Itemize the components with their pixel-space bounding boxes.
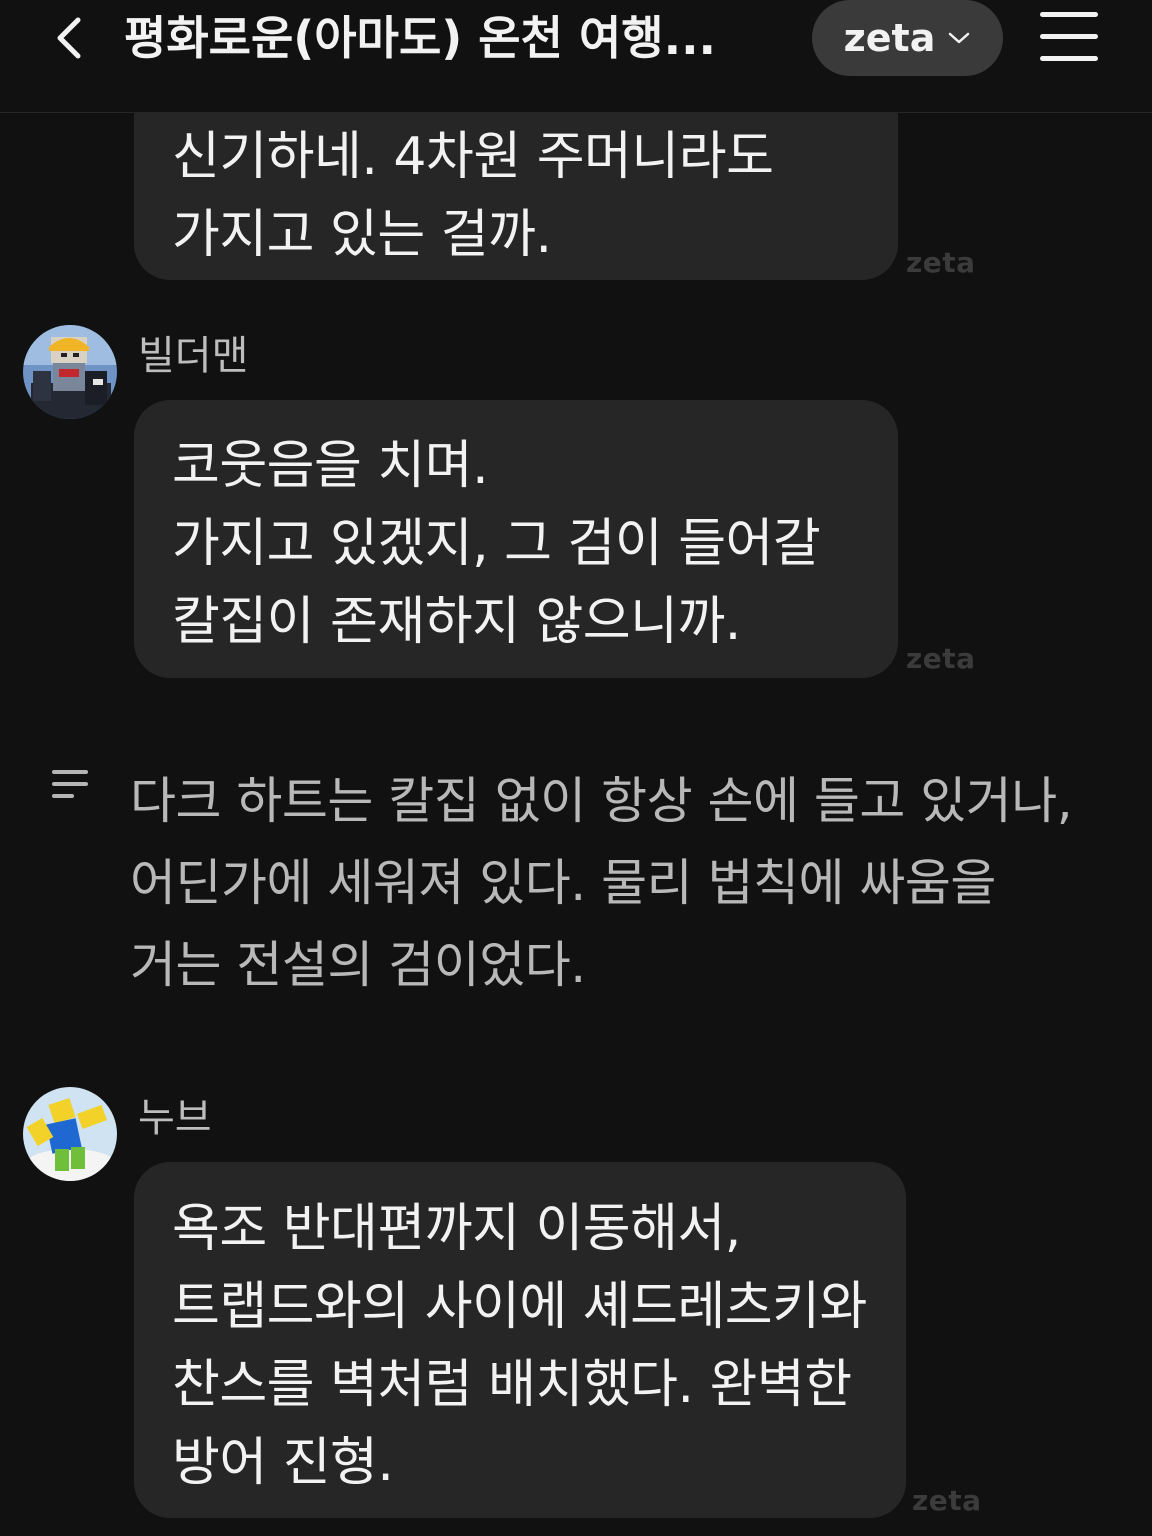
- back-button[interactable]: [40, 8, 100, 68]
- chevron-left-icon: [57, 17, 81, 59]
- zeta-watermark: zeta: [912, 1484, 982, 1517]
- sender-name: 누브: [138, 1095, 212, 1141]
- avatar-noob[interactable]: [23, 1087, 117, 1181]
- chat-header: 평화로운(아마도) 온천 여행... zeta: [0, 0, 1152, 113]
- message-bubble[interactable]: 욕조 반대편까지 이동해서, 트랩드와의 사이에 셰드레츠키와 찬스를 벽처럼 …: [134, 1162, 906, 1518]
- hamburger-menu-icon[interactable]: [1032, 4, 1104, 68]
- menu-line: [1040, 34, 1098, 39]
- message-text: 코웃음을 치며. 가지고 있겠지, 그 검이 들어갈 칼집이 존재하지 않으니까…: [172, 436, 821, 652]
- sender-name: 빌더맨: [138, 333, 249, 379]
- avatar-builderman[interactable]: [23, 325, 117, 419]
- message-text: 욕조 반대편까지 이동해서, 트랩드와의 사이에 셰드레츠키와 찬스를 벽처럼 …: [172, 1199, 867, 1493]
- zeta-watermark: zeta: [906, 246, 976, 279]
- model-label: zeta: [843, 16, 936, 60]
- zeta-watermark: zeta: [906, 642, 976, 675]
- narration-text: 다크 하트는 칼집 없이 항상 손에 들고 있거나, 어딘가에 세워져 있다. …: [130, 772, 1073, 994]
- chevron-down-icon: [949, 32, 970, 44]
- message-bubble[interactable]: 코웃음을 치며. 가지고 있겠지, 그 검이 들어갈 칼집이 존재하지 않으니까…: [134, 400, 898, 678]
- model-selector[interactable]: zeta: [812, 0, 1003, 76]
- menu-line: [1040, 56, 1098, 61]
- chat-title: 평화로운(아마도) 온천 여행...: [124, 11, 717, 65]
- menu-line: [1040, 12, 1098, 17]
- narration-lines-icon: [52, 770, 92, 802]
